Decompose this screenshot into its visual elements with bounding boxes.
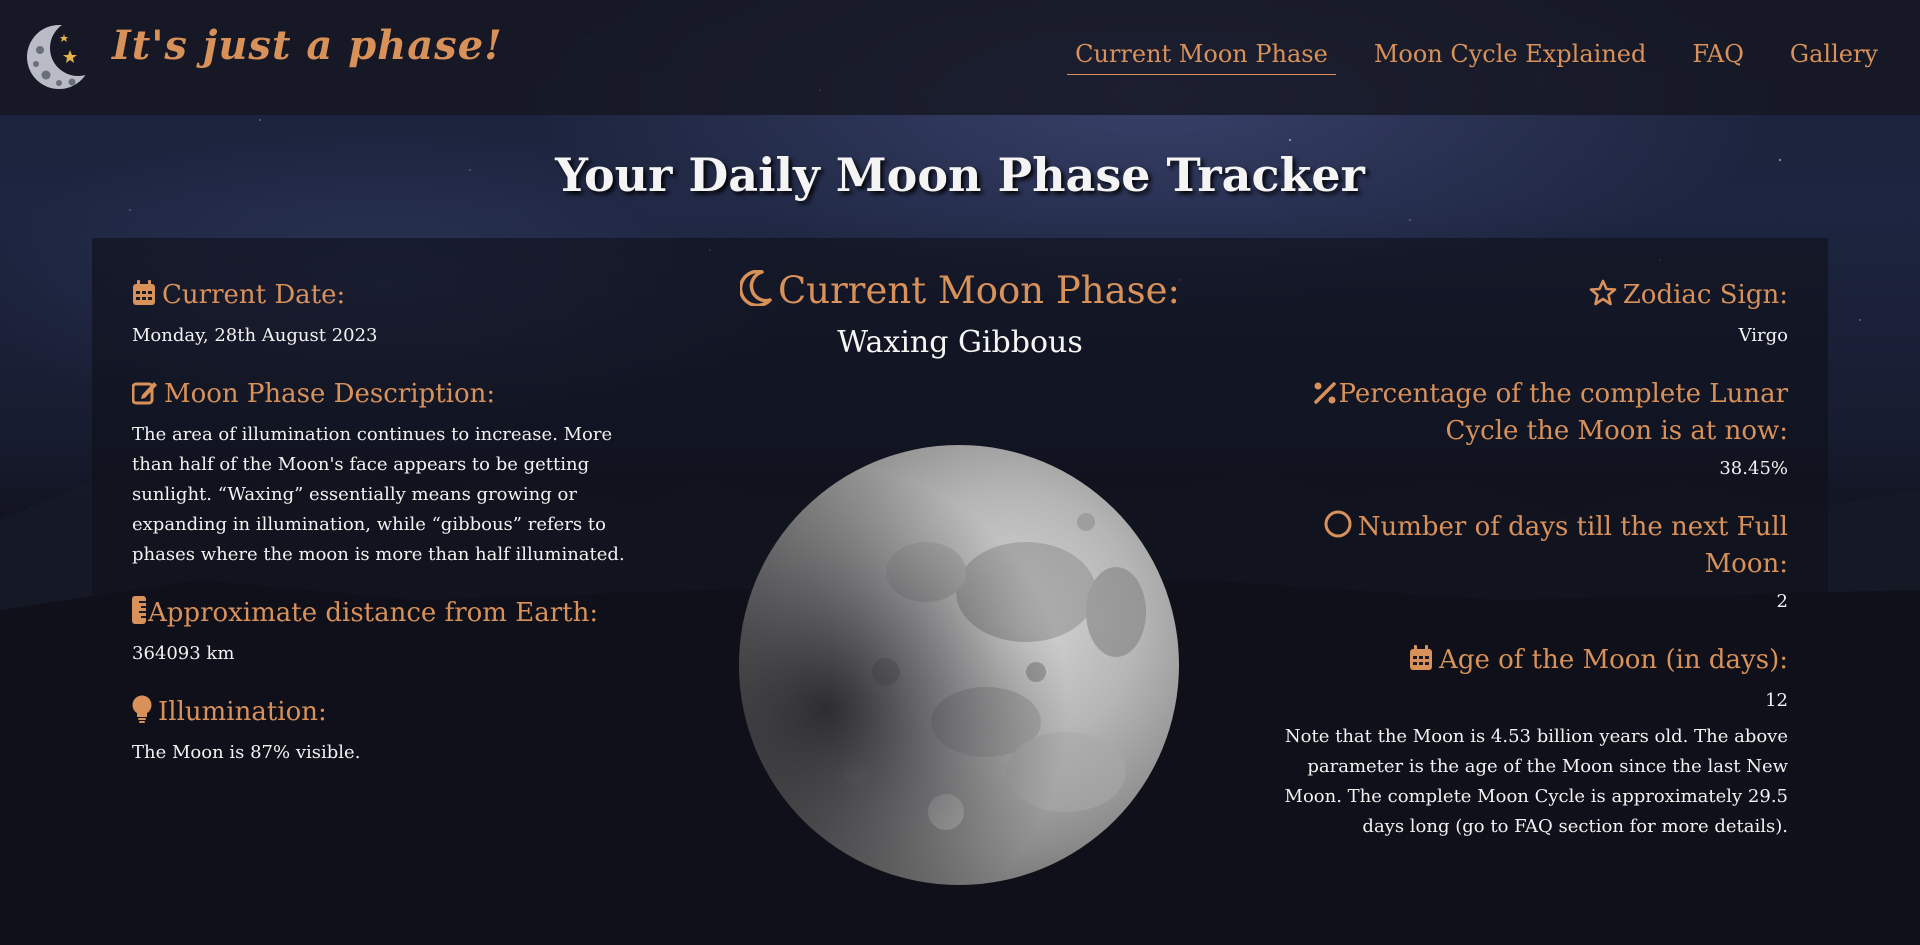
- current-moon-phase-heading: Current Moon Phase:: [777, 269, 1181, 312]
- distance-heading: Approximate distance from Earth:: [148, 598, 599, 628]
- moon-info-panel: Current Date: Monday, 28th August 2023 M…: [92, 238, 1828, 900]
- distance-value: 364093 km: [132, 643, 235, 664]
- moon-age-section: Age of the Moon (in days): 12 Note that …: [1268, 643, 1788, 842]
- star-icon: [1589, 279, 1617, 315]
- illumination-value: The Moon is 87% visible.: [132, 742, 361, 763]
- edit-icon: [131, 379, 158, 414]
- nav-faq[interactable]: FAQ: [1684, 36, 1752, 75]
- current-date-value: Monday, 28th August 2023: [132, 325, 378, 346]
- moon-phase-description-section: Moon Phase Description: The area of illu…: [131, 377, 652, 570]
- zodiac-value: Virgo: [1738, 325, 1788, 346]
- nav-moon-cycle-explained[interactable]: Moon Cycle Explained: [1366, 36, 1655, 75]
- top-navigation-bar: It's just a phase! Current Moon Phase Mo…: [0, 0, 1920, 115]
- illumination-section: Illumination: The Moon is 87% visible.: [132, 695, 652, 768]
- calendar-icon: [132, 280, 156, 315]
- days-till-full-moon-section: Number of days till the next Full Moon: …: [1268, 510, 1788, 617]
- page-title: Your Daily Moon Phase Tracker: [555, 148, 1365, 202]
- zodiac-section: Zodiac Sign: Virgo: [1268, 278, 1788, 351]
- moon-age-heading: Age of the Moon (in days):: [1439, 645, 1788, 675]
- current-date-section: Current Date: Monday, 28th August 2023: [132, 278, 652, 351]
- lunar-cycle-percentage-section: Percentage of the complete Lunar Cycle t…: [1268, 377, 1788, 484]
- zodiac-heading: Zodiac Sign:: [1622, 280, 1788, 310]
- days-till-full-moon-heading: Number of days till the next Full Moon:: [1357, 512, 1788, 579]
- current-moon-phase-value: Waxing Gibbous: [837, 325, 1083, 360]
- circle-icon: [1324, 510, 1352, 547]
- moon-age-note: Note that the Moon is 4.53 billion years…: [1284, 726, 1788, 837]
- main-nav: Current Moon Phase Moon Cycle Explained …: [1037, 36, 1886, 75]
- ruler-icon: [132, 596, 146, 633]
- lunar-cycle-percentage-value: 38.45%: [1719, 458, 1788, 479]
- moon-image: [736, 442, 1182, 888]
- current-date-heading: Current Date:: [162, 280, 346, 310]
- brand-title[interactable]: It's just a phase!: [112, 22, 503, 69]
- center-column: Current Moon Phase: Waxing Gibbous: [692, 268, 1228, 885]
- crescent-moon-logo-icon[interactable]: [26, 20, 92, 90]
- lightbulb-icon: [132, 695, 152, 732]
- calendar-icon: [1409, 645, 1433, 680]
- crescent-moon-icon: [738, 269, 772, 317]
- moon-phase-description-value: The area of illumination continues to in…: [132, 424, 625, 565]
- nav-gallery[interactable]: Gallery: [1782, 36, 1886, 75]
- moon-phase-description-heading: Moon Phase Description:: [164, 379, 496, 409]
- nav-current-moon-phase[interactable]: Current Moon Phase: [1067, 36, 1336, 75]
- distance-section: Approximate distance from Earth: 364093 …: [132, 596, 652, 669]
- left-column: Current Date: Monday, 28th August 2023 M…: [131, 278, 652, 794]
- illumination-heading: Illumination:: [158, 697, 327, 727]
- percent-icon: [1313, 380, 1337, 414]
- lunar-cycle-percentage-heading: Percentage of the complete Lunar Cycle t…: [1338, 379, 1788, 446]
- moon-age-value: 12: [1765, 690, 1788, 711]
- days-till-full-moon-value: 2: [1776, 591, 1788, 612]
- right-column: Zodiac Sign: Virgo Percentage of the com…: [1268, 278, 1788, 868]
